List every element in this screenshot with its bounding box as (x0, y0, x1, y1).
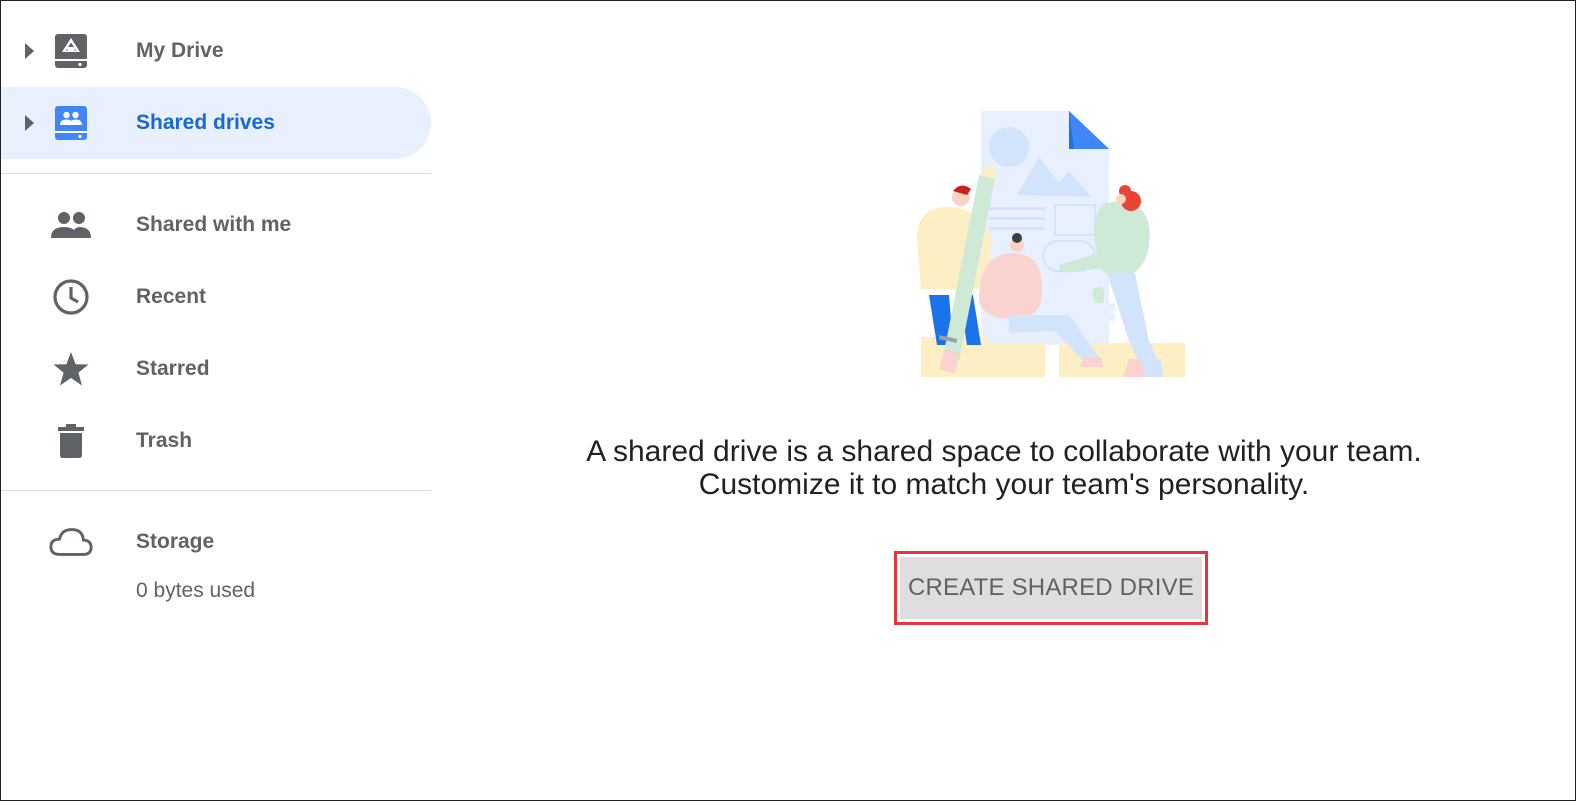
sidebar-item-label: Recent (136, 285, 207, 308)
sidebar-item-trash[interactable]: Trash (1, 405, 431, 477)
sidebar-item-starred[interactable]: Starred (1, 333, 431, 405)
sidebar-item-shared-with-me[interactable]: Shared with me (1, 189, 431, 261)
sidebar-item-shared-drives[interactable]: Shared drives (1, 87, 431, 159)
main-content: A shared drive is a shared space to coll… (433, 1, 1575, 800)
sidebar-item-recent[interactable]: Recent (1, 261, 431, 333)
sidebar-item-label: Starred (136, 357, 210, 380)
star-icon (49, 347, 93, 391)
storage-usage: 0 bytes used (136, 579, 256, 602)
cloud-icon (49, 520, 93, 564)
expand-arrow-icon[interactable] (25, 43, 34, 59)
sidebar-item-label: Trash (136, 429, 193, 452)
empty-state-message: A shared drive is a shared space to coll… (433, 435, 1575, 501)
sidebar-divider (1, 490, 431, 491)
sidebar-item-storage[interactable]: Storage (1, 506, 431, 578)
clock-icon (49, 275, 93, 319)
message-line-1: A shared drive is a shared space to coll… (586, 435, 1422, 468)
drive-window: My Drive Shared drives Shared with me Re… (0, 0, 1576, 801)
sidebar-item-label: Shared drives (136, 111, 275, 134)
create-shared-drive-button[interactable]: CREATE SHARED DRIVE (894, 551, 1208, 625)
sidebar-divider (1, 173, 431, 174)
sidebar-item-my-drive[interactable]: My Drive (1, 15, 431, 87)
drive-icon (49, 29, 93, 73)
create-shared-drive-label: CREATE SHARED DRIVE (900, 557, 1202, 619)
sidebar-item-label: My Drive (136, 39, 224, 62)
expand-arrow-icon[interactable] (25, 115, 34, 131)
storage-label: Storage (136, 530, 215, 553)
trash-icon (49, 419, 93, 463)
people-icon (49, 203, 93, 247)
shared-drive-illustration (909, 105, 1189, 385)
sidebar: My Drive Shared drives Shared with me Re… (1, 1, 433, 800)
message-line-2: Customize it to match your team's person… (698, 468, 1310, 501)
sidebar-item-label: Shared with me (136, 213, 292, 236)
shared-drives-icon (49, 101, 93, 145)
